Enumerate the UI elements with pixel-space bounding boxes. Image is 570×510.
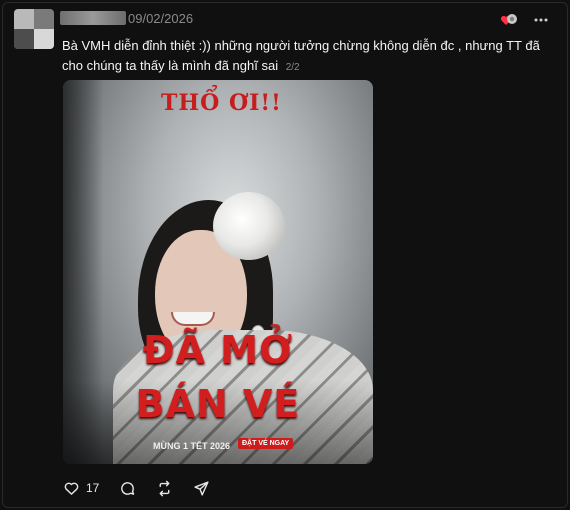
poster-top-tag: THỔ ƠI!! (161, 90, 282, 116)
poster-flower (213, 192, 285, 260)
reaction-icon[interactable] (500, 13, 518, 27)
repost-icon (159, 480, 170, 496)
share-button[interactable] (193, 480, 210, 497)
repost-button[interactable] (156, 480, 173, 497)
poster-release-date: MÙNG 1 TẾT 2026 (153, 441, 231, 451)
share-icon (194, 480, 209, 496)
post-text: Bà VMH diễn đỉnh thiệt :)) những người t… (62, 36, 552, 78)
more-icon[interactable] (533, 12, 549, 28)
action-bar: 17 (63, 478, 230, 498)
heart-icon (64, 482, 79, 495)
post-body: Bà VMH diễn đỉnh thiệt :)) những người t… (62, 38, 540, 73)
like-button[interactable]: 17 (63, 480, 99, 497)
username-redacted[interactable] (60, 11, 126, 25)
image-counter: 2/2 (285, 62, 300, 73)
post-timestamp: 09/02/2026 (128, 11, 194, 26)
comment-icon (121, 481, 135, 495)
poster-cta-badge: ĐẶT VÉ NGAY (238, 438, 294, 449)
like-count: 17 (86, 481, 100, 495)
poster-title-line2: BÁN VÉ (135, 382, 301, 426)
avatar[interactable] (14, 9, 54, 49)
comment-button[interactable] (119, 480, 136, 497)
poster-title-line1: ĐÃ MỞ (142, 328, 294, 372)
post-image[interactable]: THỔ ƠI!! ĐÃ MỞ BÁN VÉ MÙNG 1 TẾT 2026 ĐẶ… (63, 80, 373, 464)
